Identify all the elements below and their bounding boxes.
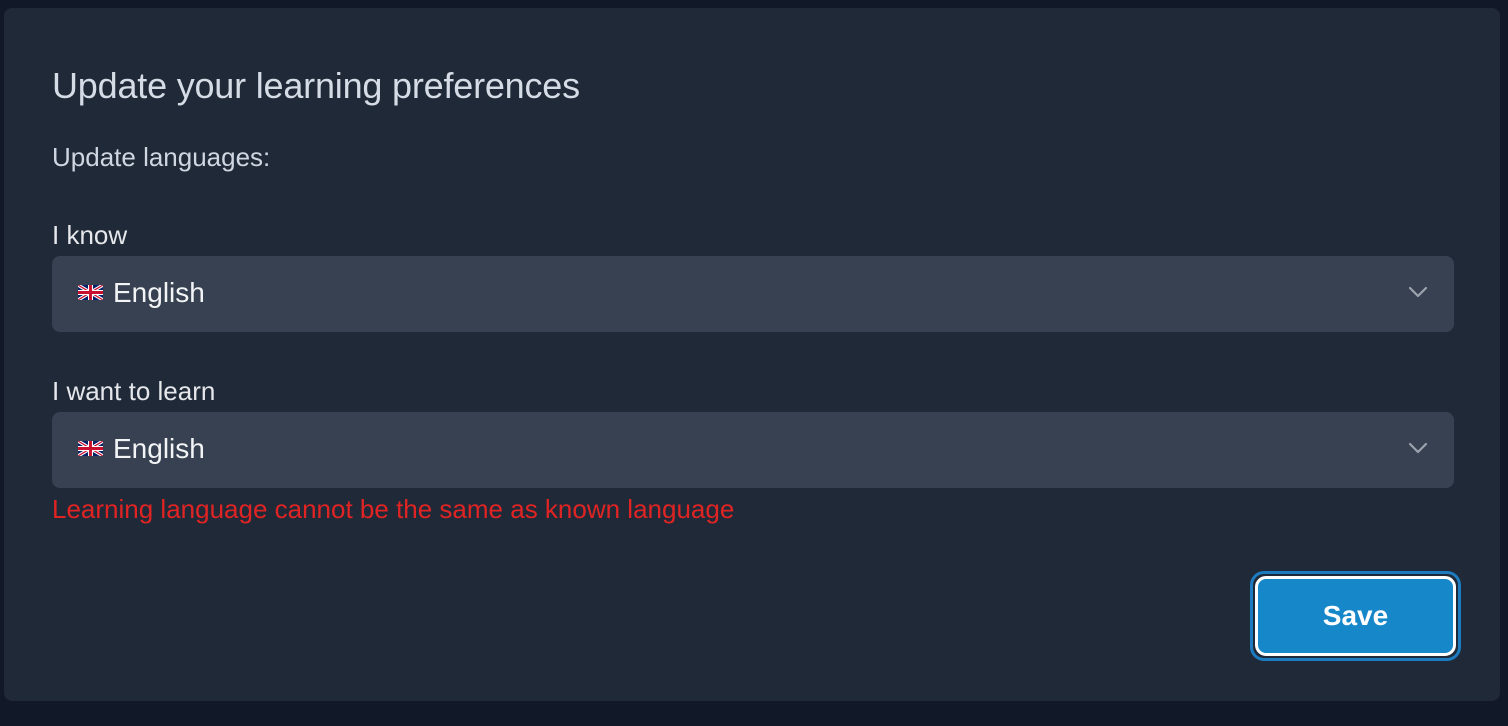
known-language-label: I know [52, 220, 128, 250]
page-title: Update your learning preferences [52, 65, 580, 106]
validation-error-message: Learning language cannot be the same as … [52, 494, 735, 524]
learn-language-select[interactable]: English [52, 412, 1454, 488]
chevron-down-icon [1408, 442, 1428, 454]
known-language-value: English [113, 277, 205, 308]
learn-language-label: I want to learn [52, 376, 216, 406]
preferences-card: Update your learning preferences Update … [4, 8, 1500, 701]
learn-language-value: English [113, 433, 205, 464]
uk-flag-icon [78, 441, 103, 456]
known-language-select[interactable]: English [52, 256, 1454, 332]
uk-flag-icon [78, 285, 103, 300]
chevron-down-icon [1408, 286, 1428, 298]
save-button[interactable]: Save [1255, 576, 1456, 656]
section-subtitle: Update languages: [52, 142, 271, 172]
